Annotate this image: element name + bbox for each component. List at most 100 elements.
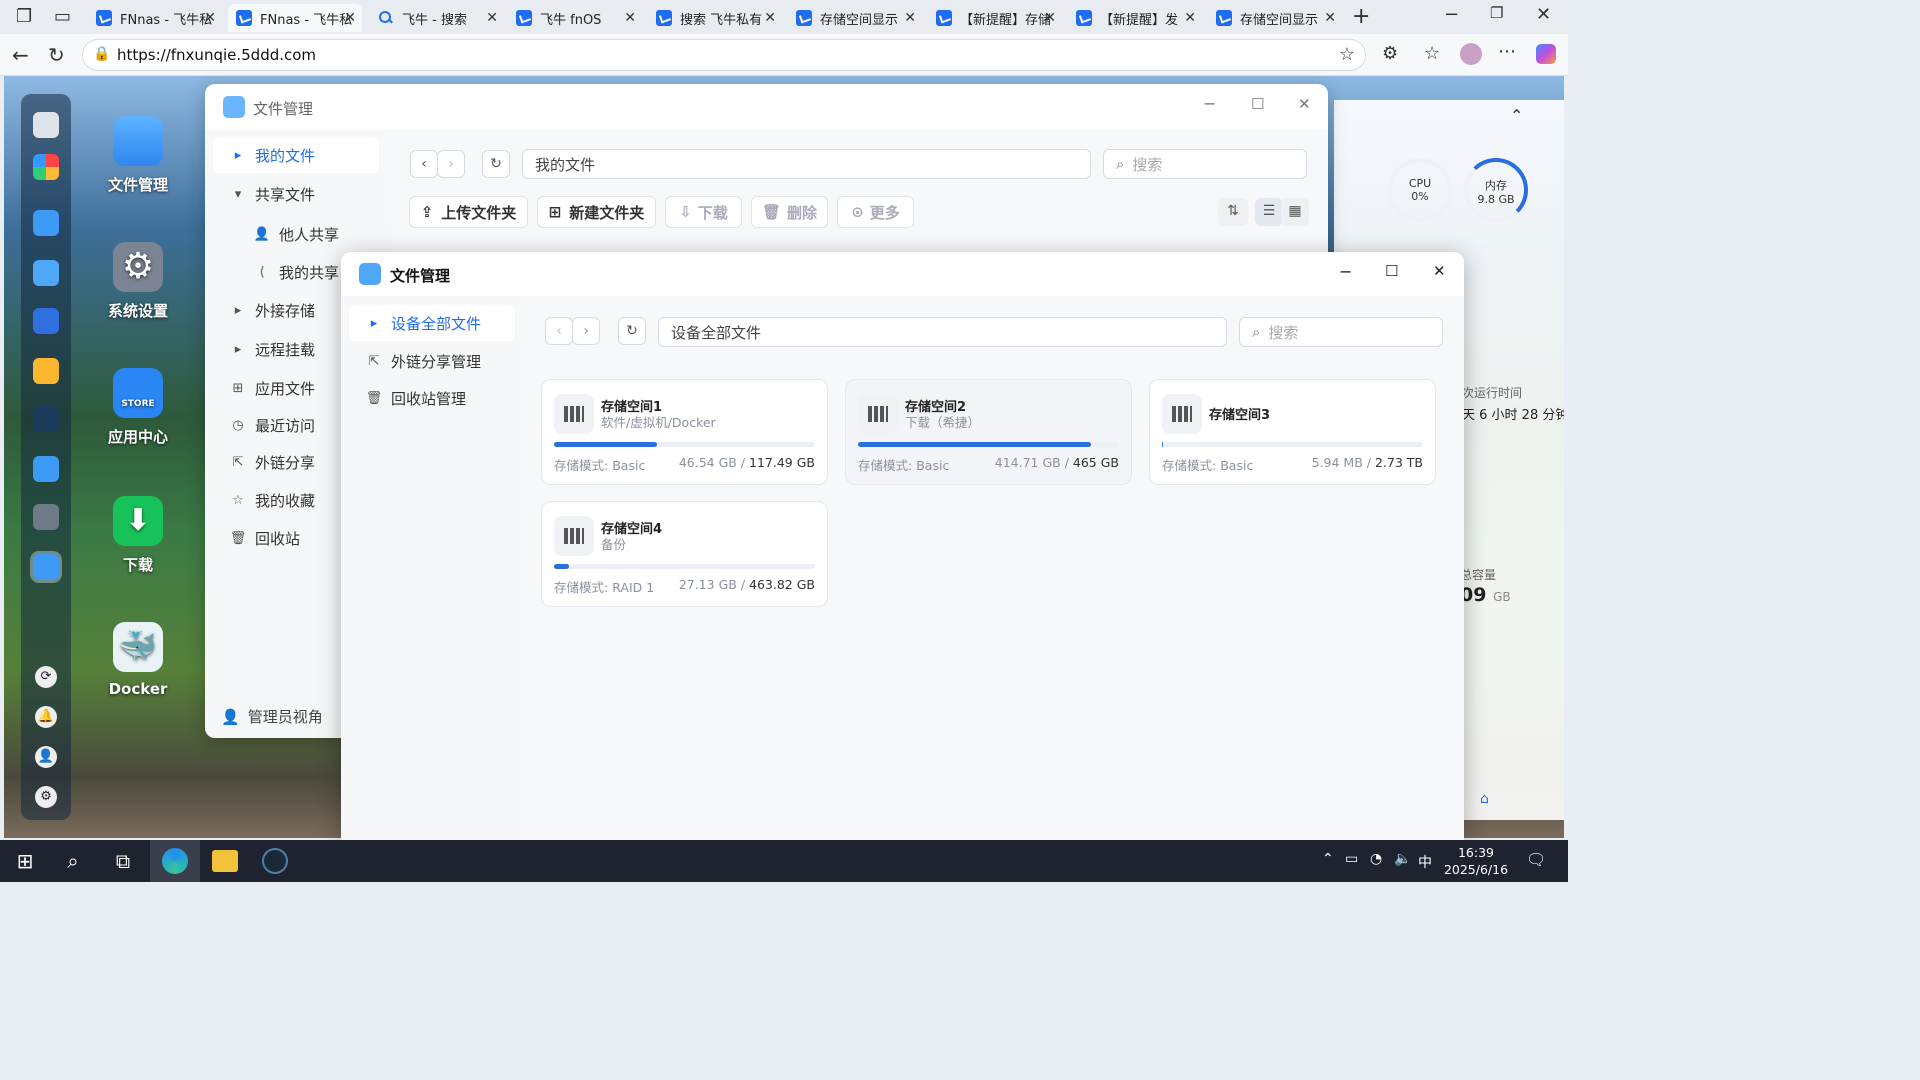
restore-icon[interactable]: ❐ xyxy=(1490,6,1503,21)
admin-view-toggle[interactable]: 👤 管理员视角 xyxy=(221,706,323,727)
copilot-icon[interactable] xyxy=(1536,44,1556,64)
tab-close-icon[interactable]: ✕ xyxy=(624,10,636,26)
sidebar-item-recycle-bin-management[interactable]: 🗑 回收站管理 xyxy=(349,380,515,416)
tab-close-icon[interactable]: ✕ xyxy=(764,10,776,26)
storage-card[interactable]: 存储空间3 存储模式: Basic 5.94 MB / 2.73 TB xyxy=(1149,379,1436,485)
sidebar-item-all-device-files[interactable]: ▸ 设备全部文件 xyxy=(349,305,515,341)
forward-nav-button[interactable]: › xyxy=(572,317,600,345)
sidebar-item-shared-files[interactable]: ▾ 共享文件 xyxy=(213,176,379,212)
battery-icon[interactable]: ▭ xyxy=(1345,852,1358,866)
wifi-icon[interactable]: ◔ xyxy=(1370,852,1382,866)
minimize-icon[interactable]: − xyxy=(1339,264,1352,280)
close-icon[interactable]: ✕ xyxy=(1433,264,1446,279)
back-nav-button[interactable]: ‹ xyxy=(545,317,573,345)
gear-icon[interactable]: ⚙ xyxy=(35,786,57,808)
maximize-icon[interactable]: ☐ xyxy=(1385,264,1398,279)
collapse-chevron-icon[interactable]: ⌃ xyxy=(1510,108,1523,124)
search-icon[interactable]: ⌕ xyxy=(58,846,88,876)
browser-tab[interactable]: FNnas - 飞牛私 ✕ xyxy=(228,4,362,32)
browser-tab[interactable]: 飞牛 - 搜索 ✕ xyxy=(370,4,504,32)
list-view-icon[interactable]: ☰ xyxy=(1255,198,1283,226)
desktop-app-files[interactable]: 文件管理 xyxy=(104,116,172,195)
url-field[interactable]: 🔒 https://fnxunqie.5ddd.com ☆ xyxy=(82,39,1366,71)
maximize-icon[interactable]: ☐ xyxy=(1251,97,1264,112)
start-windows-icon[interactable]: ⊞ xyxy=(10,846,40,876)
minimize-icon[interactable]: − xyxy=(1203,96,1216,112)
monitor-graph-dock-icon[interactable] xyxy=(33,406,59,432)
file-explorer-icon[interactable] xyxy=(212,850,238,872)
sidebar-item-my-files[interactable]: ▸ 我的文件 xyxy=(213,137,379,173)
browser-tab[interactable]: 搜索 飞牛私有 ✕ xyxy=(648,4,782,32)
tab-close-icon[interactable]: ✕ xyxy=(344,10,356,26)
search-input[interactable]: ⌕ 搜索 xyxy=(1103,149,1307,179)
desktop-app-docker[interactable]: 🐳 Docker xyxy=(104,622,172,698)
storage-card[interactable]: 存储空间4 备份 存储模式: RAID 1 27.13 GB / 463.82 GB xyxy=(541,501,828,607)
desktop-app-download[interactable]: ⬇ 下载 xyxy=(104,496,172,575)
steam-icon[interactable] xyxy=(262,848,288,874)
notes-dock-icon[interactable] xyxy=(33,358,59,384)
bell-icon[interactable]: 🔔 xyxy=(35,706,57,728)
browser-tab[interactable]: 飞牛 fnOS ✕ xyxy=(508,4,642,32)
storage-card[interactable]: 存储空间2 下载（希捷） 存储模式: Basic 414.71 GB / 465 GB xyxy=(845,379,1132,485)
delete-button[interactable]: 🗑 删除 xyxy=(751,196,828,228)
lock-icon[interactable]: 🔒 xyxy=(93,47,110,61)
favorite-star-icon[interactable]: ☆ xyxy=(1339,46,1355,64)
refresh-icon[interactable]: ↻ xyxy=(48,45,65,65)
new-folder-button[interactable]: ⊞ 新建文件夹 xyxy=(537,196,656,228)
upload-folder-button[interactable]: ⇪ 上传文件夹 xyxy=(409,196,528,228)
favorites-icon[interactable]: ☆ xyxy=(1424,45,1440,63)
notification-icon[interactable]: 🗨 xyxy=(1526,852,1546,868)
taskbar-edge-active[interactable] xyxy=(150,840,200,882)
browser-tab[interactable]: 存储空间显示 ✕ xyxy=(788,4,922,32)
extensions-icon[interactable]: ⚙ xyxy=(1382,45,1398,63)
clock[interactable]: 16:39 2025/6/16 xyxy=(1440,844,1512,878)
settings-dock-icon[interactable] xyxy=(33,504,59,530)
desktop-app-settings[interactable]: ⚙ 系统设置 xyxy=(104,242,172,321)
path-bar[interactable]: 设备全部文件 xyxy=(658,317,1227,347)
tab-close-icon[interactable]: ✕ xyxy=(1184,10,1196,26)
folder-dock-icon[interactable] xyxy=(33,456,59,482)
download-button[interactable]: ⇩ 下载 xyxy=(665,196,742,228)
sidebar-item-link-share-management[interactable]: ⇱ 外链分享管理 xyxy=(349,343,515,379)
desktop-app-store[interactable]: STORE 应用中心 xyxy=(104,368,172,447)
sidebar-item-shared-by-others[interactable]: 👤 他人共享 xyxy=(213,216,379,252)
workspaces-icon[interactable]: ❐ xyxy=(16,8,32,26)
close-icon[interactable]: ✕ xyxy=(1536,6,1551,24)
close-icon[interactable]: ✕ xyxy=(1298,97,1311,112)
browser-tab[interactable]: FNnas - 飞牛私 ✕ xyxy=(88,4,222,32)
minimize-icon[interactable]: − xyxy=(1444,6,1459,24)
storage-dock-icon[interactable] xyxy=(33,308,59,334)
volume-icon[interactable]: 🔈 xyxy=(1394,852,1411,866)
tab-close-icon[interactable]: ✕ xyxy=(1324,10,1336,26)
grid-view-icon[interactable]: ▦ xyxy=(1281,198,1309,226)
task-view-icon[interactable]: ⧉ xyxy=(108,846,138,876)
tab-close-icon[interactable]: ✕ xyxy=(1044,10,1056,26)
monitor-icon[interactable] xyxy=(33,112,59,138)
ime-indicator[interactable]: 中 xyxy=(1418,852,1432,872)
file-manager-dock-icon[interactable] xyxy=(33,210,59,236)
search-input[interactable]: ⌕ 搜索 xyxy=(1239,317,1443,347)
user-icon[interactable]: 👤 xyxy=(35,746,57,768)
new-tab-icon[interactable]: + xyxy=(1352,6,1370,28)
sort-icon[interactable]: ⇅ xyxy=(1218,198,1248,226)
forward-nav-button[interactable]: › xyxy=(437,150,465,178)
more-menu-icon[interactable]: ⋯ xyxy=(1498,43,1516,61)
tab-close-icon[interactable]: ✕ xyxy=(486,10,498,26)
file-manager-dock-icon-2[interactable] xyxy=(33,260,59,286)
tab-close-icon[interactable]: ✕ xyxy=(204,10,216,26)
refresh-button[interactable]: ↻ xyxy=(482,150,510,178)
more-button[interactable]: ⊙ 更多 xyxy=(837,196,914,228)
active-file-manager-dock-icon[interactable] xyxy=(30,551,62,583)
back-arrow-icon[interactable]: ← xyxy=(12,45,29,65)
tray-expand-icon[interactable]: ⌃ xyxy=(1322,852,1334,866)
browser-tab[interactable]: 【新提醒】发 ✕ xyxy=(1068,4,1202,32)
browser-tab[interactable]: 【新提醒】存储 ✕ xyxy=(928,4,1062,32)
tab-actions-icon[interactable]: ▭ xyxy=(54,8,71,26)
sync-icon[interactable]: ⟳ xyxy=(35,666,57,688)
tab-close-icon[interactable]: ✕ xyxy=(904,10,916,26)
storage-card[interactable]: 存储空间1 软件/虚拟机/Docker 存储模式: Basic 46.54 GB / 1… xyxy=(541,379,828,485)
refresh-button[interactable]: ↻ xyxy=(618,317,646,345)
apps-grid-icon[interactable] xyxy=(33,154,59,180)
path-bar[interactable]: 我的文件 xyxy=(522,149,1091,179)
back-nav-button[interactable]: ‹ xyxy=(410,150,438,178)
